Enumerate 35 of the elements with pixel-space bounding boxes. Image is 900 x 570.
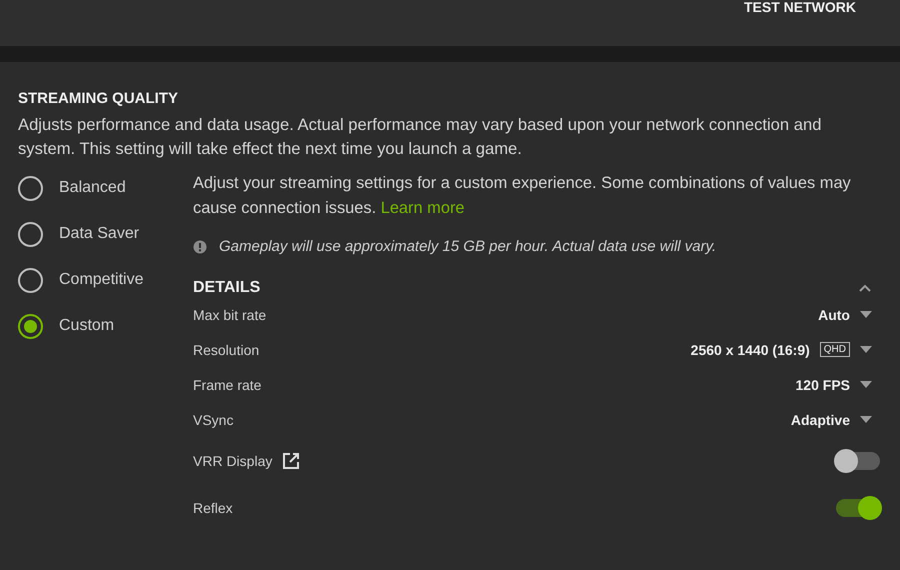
setting-label: Resolution bbox=[193, 342, 260, 358]
setting-label: Max bit rate bbox=[193, 306, 266, 322]
alert-icon bbox=[193, 240, 207, 254]
dropdown-caret-icon bbox=[860, 416, 872, 423]
setting-label: Reflex bbox=[193, 500, 233, 516]
dropdown-caret-icon bbox=[860, 311, 872, 318]
setting-dropdown[interactable]: Auto bbox=[818, 306, 882, 322]
preset-radio[interactable]: Balanced bbox=[18, 175, 126, 201]
dropdown-caret-icon bbox=[860, 346, 872, 353]
custom-description: Adjust your streaming settings for a custom experience. Some combinations of values may cause connection issues. Learn more bbox=[193, 173, 852, 219]
preset-radio[interactable]: Competitive bbox=[18, 267, 144, 293]
toggle-switch[interactable] bbox=[836, 498, 880, 516]
details-title: DETAILS bbox=[193, 279, 260, 297]
test-network-button[interactable]: TEST NETWORK bbox=[744, 0, 856, 14]
external-link-icon[interactable] bbox=[282, 452, 300, 470]
setting-label: VSync bbox=[193, 412, 234, 428]
learn-more-link[interactable]: Learn more bbox=[380, 199, 465, 217]
preset-radio[interactable]: Custom bbox=[18, 313, 114, 339]
radio-icon bbox=[18, 268, 43, 292]
radio-icon bbox=[18, 314, 43, 338]
dropdown-caret-icon bbox=[860, 381, 872, 388]
resolution-badge: QHD bbox=[820, 342, 850, 357]
data-usage-notice: Gameplay will use approximately 15 GB per hour. Actual data use will vary. bbox=[219, 238, 716, 255]
setting-label: Frame rate bbox=[193, 376, 262, 392]
collapse-chevron-icon[interactable] bbox=[858, 284, 872, 292]
preset-radio[interactable]: Data Saver bbox=[18, 221, 140, 247]
setting-dropdown[interactable]: 120 FPS bbox=[796, 376, 882, 392]
section-title: STREAMING QUALITY bbox=[18, 90, 179, 107]
radio-icon bbox=[18, 222, 43, 246]
radio-icon bbox=[18, 176, 43, 200]
setting-label: VRR Display bbox=[193, 452, 272, 468]
section-description: Adjusts performance and data usage. Actual performance may vary based upon your network connection and system. This setting will take effect the next time you launch a game. bbox=[18, 114, 822, 160]
setting-dropdown[interactable]: 2560 x 1440 (16:9) QHD bbox=[690, 342, 882, 358]
toggle-switch[interactable] bbox=[836, 452, 880, 470]
setting-dropdown[interactable]: Adaptive bbox=[790, 412, 882, 428]
